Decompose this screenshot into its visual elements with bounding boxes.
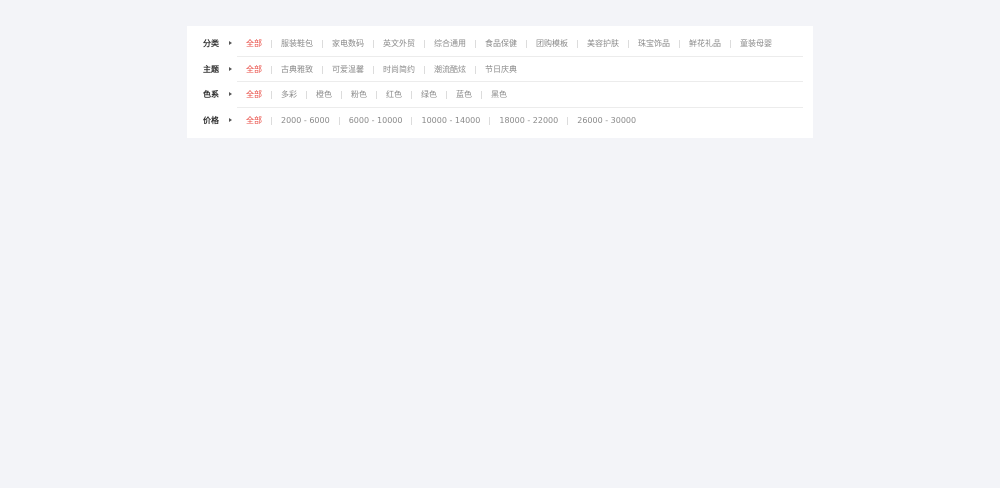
filter-option[interactable]: 全部 [246, 108, 262, 133]
filter-option[interactable]: 6000 - 10000 [349, 108, 403, 133]
option-separator [567, 116, 569, 125]
filter-option[interactable]: 红色 [386, 82, 402, 107]
option-separator [322, 39, 323, 48]
filter-option[interactable]: 10000 - 14000 [421, 108, 480, 133]
option-separator [628, 39, 629, 48]
option-separator [489, 116, 491, 125]
filter-option[interactable]: 童装母婴 [740, 31, 772, 56]
caret-right-icon [229, 67, 232, 71]
caret-right-icon [229, 118, 232, 122]
option-separator [376, 90, 377, 99]
filter-option[interactable]: 橙色 [316, 82, 332, 107]
filter-option[interactable]: 古典雅致 [281, 57, 313, 82]
filter-option[interactable]: 食品保健 [485, 31, 517, 56]
filter-option[interactable]: 家电数码 [332, 31, 364, 56]
filter-option[interactable]: 美容护肤 [587, 31, 619, 56]
filter-option[interactable]: 2000 - 6000 [281, 108, 330, 133]
option-separator [411, 116, 413, 125]
option-separator [526, 39, 527, 48]
option-separator [424, 39, 425, 48]
option-separator [271, 39, 272, 48]
option-separator [577, 39, 578, 48]
option-separator [475, 39, 476, 48]
filter-options-price: 全部 2000 - 6000 6000 - 10000 10000 - 1400… [246, 108, 636, 133]
filter-options-category: 全部 服装鞋包 家电数码 英文外贸 综合通用 食品保健 团购模板 美容护肤 珠宝… [246, 31, 772, 56]
option-separator [322, 65, 323, 74]
filter-option[interactable]: 蓝色 [456, 82, 472, 107]
filter-label-price: 价格 [203, 116, 219, 125]
option-separator [373, 39, 374, 48]
filter-option[interactable]: 节日庆典 [485, 57, 517, 82]
filter-option[interactable]: 全部 [246, 57, 262, 82]
filter-option[interactable]: 全部 [246, 31, 262, 56]
option-separator [306, 90, 307, 99]
filter-option[interactable]: 服装鞋包 [281, 31, 313, 56]
option-separator [446, 90, 447, 99]
option-separator [373, 65, 374, 74]
filter-option[interactable]: 全部 [246, 82, 262, 107]
filter-label-color: 色系 [203, 90, 219, 99]
option-separator [679, 39, 680, 48]
filter-row-color: 色系 全部 多彩 橙色 粉色 红色 绿色 蓝色 黑色 [187, 82, 813, 107]
option-separator [271, 90, 272, 99]
option-separator [424, 65, 425, 74]
filter-options-color: 全部 多彩 橙色 粉色 红色 绿色 蓝色 黑色 [246, 82, 507, 107]
caret-right-icon [229, 41, 232, 45]
option-separator [341, 90, 342, 99]
filter-label-category: 分类 [203, 39, 219, 48]
caret-right-icon [229, 92, 232, 96]
filter-row-price: 价格 全部 2000 - 6000 6000 - 10000 10000 - 1… [187, 108, 813, 133]
option-separator [411, 90, 412, 99]
filter-option[interactable]: 绿色 [421, 82, 437, 107]
filter-option[interactable]: 团购模板 [536, 31, 568, 56]
filter-option[interactable]: 黑色 [491, 82, 507, 107]
filter-row-category: 分类 全部 服装鞋包 家电数码 英文外贸 综合通用 食品保健 团购模板 美容护肤… [187, 31, 813, 56]
filter-option[interactable]: 可爱温馨 [332, 57, 364, 82]
filter-options-theme: 全部 古典雅致 可爱温馨 时尚简约 潮流酷炫 节日庆典 [246, 57, 517, 82]
option-separator [338, 116, 340, 125]
option-separator [271, 116, 272, 125]
option-separator [481, 90, 482, 99]
filter-option[interactable]: 18000 - 22000 [499, 108, 558, 133]
filter-panel: 分类 全部 服装鞋包 家电数码 英文外贸 综合通用 食品保健 团购模板 美容护肤… [187, 26, 813, 138]
filter-option[interactable]: 英文外贸 [383, 31, 415, 56]
filter-option[interactable]: 26000 - 30000 [577, 108, 636, 133]
filter-option[interactable]: 粉色 [351, 82, 367, 107]
filter-option[interactable]: 鲜花礼品 [689, 31, 721, 56]
filter-option[interactable]: 时尚简约 [383, 57, 415, 82]
filter-option[interactable]: 综合通用 [434, 31, 466, 56]
filter-option[interactable]: 多彩 [281, 82, 297, 107]
filter-label-theme: 主题 [203, 65, 219, 74]
option-separator [730, 39, 731, 48]
filter-option[interactable]: 潮流酷炫 [434, 57, 466, 82]
filter-row-theme: 主题 全部 古典雅致 可爱温馨 时尚简约 潮流酷炫 节日庆典 [187, 57, 813, 82]
option-separator [271, 65, 272, 74]
filter-option[interactable]: 珠宝饰品 [638, 31, 670, 56]
option-separator [475, 65, 476, 74]
